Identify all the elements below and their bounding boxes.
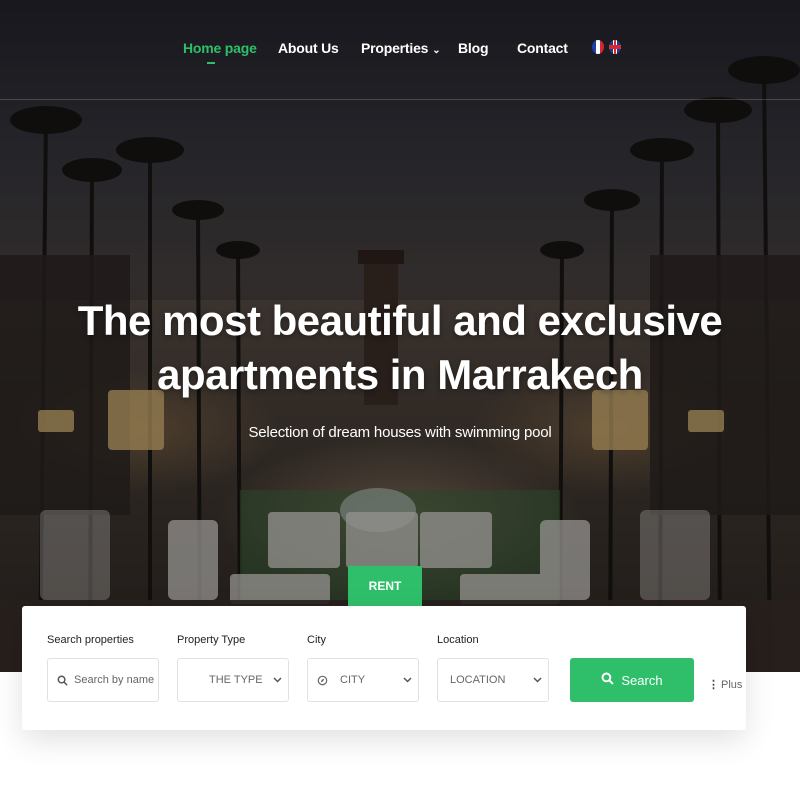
search-button[interactable]: Search [570, 658, 694, 702]
search-icon [601, 672, 614, 688]
search-input[interactable] [74, 674, 154, 686]
uk-flag-icon[interactable] [609, 40, 621, 54]
hero-title-line1: The most beautiful and exclusive [77, 297, 723, 344]
hero-subtitle: Selection of dream houses with swimming … [248, 424, 552, 441]
more-filters-label: Plus [721, 679, 743, 691]
more-filters-link[interactable]: ⋮ Plus [708, 678, 742, 691]
property-type-select[interactable]: THE TYPE [177, 658, 289, 702]
nav-properties[interactable]: Properties ⌄ [361, 40, 441, 58]
city-select[interactable]: CITY [307, 658, 419, 702]
more-dots-icon: ⋮ [708, 679, 719, 691]
chevron-down-icon: ⌄ [432, 45, 441, 56]
nav-about[interactable]: About Us [278, 40, 339, 58]
search-icon [50, 675, 74, 686]
location-value: LOCATION [450, 674, 506, 686]
search-properties-label: Search properties [47, 634, 134, 646]
compass-icon [310, 675, 334, 686]
nav-home[interactable]: Home page [183, 40, 257, 64]
location-label: Location [437, 634, 479, 646]
city-value: CITY [340, 674, 366, 686]
rent-tab[interactable]: RENT [348, 566, 422, 606]
hero-title-line2: apartments in Marrakech [157, 351, 643, 398]
hero-title: The most beautiful and exclusive apartme… [60, 294, 740, 402]
chevron-down-icon [266, 677, 288, 683]
fr-flag-icon[interactable] [592, 40, 604, 54]
location-select[interactable]: LOCATION [437, 658, 549, 702]
chevron-down-icon [396, 677, 418, 683]
search-properties-field[interactable] [47, 658, 159, 702]
property-type-label: Property Type [177, 634, 246, 646]
nav-blog[interactable]: Blog [458, 40, 489, 58]
city-label: City [307, 634, 326, 646]
property-type-value: THE TYPE [209, 674, 263, 686]
top-navigation: Home page About Us Properties ⌄ Blog Cont… [0, 0, 800, 100]
search-panel: Search properties Property Type THE TYPE… [22, 606, 746, 730]
nav-contact[interactable]: Contact [517, 40, 568, 58]
chevron-down-icon [526, 677, 548, 683]
search-button-label: Search [621, 672, 663, 688]
